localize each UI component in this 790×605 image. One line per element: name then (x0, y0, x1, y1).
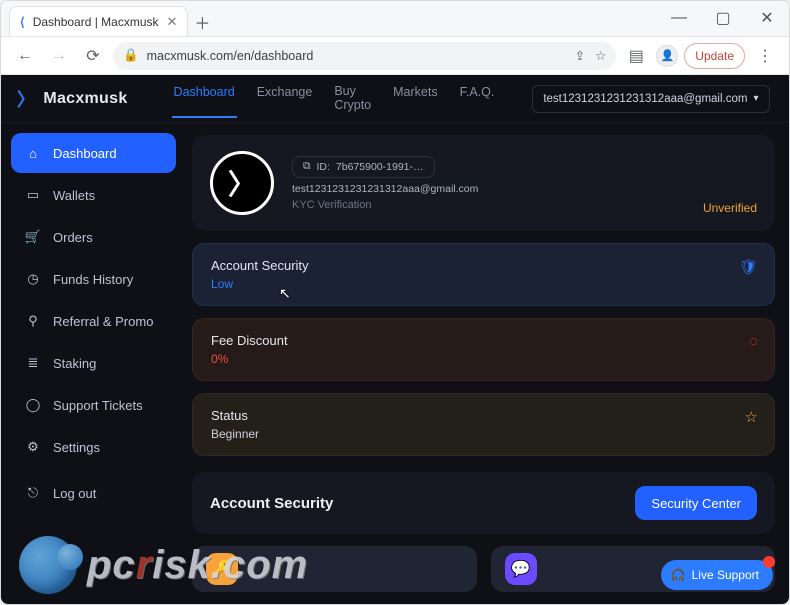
logout-icon: ⎋ (25, 485, 41, 501)
security-center-button[interactable]: Security Center (635, 486, 757, 520)
card-value: 0% (211, 352, 756, 366)
window-maximize[interactable]: ▢ (701, 0, 745, 36)
window-minimize[interactable]: — (657, 0, 701, 36)
kyc-label[interactable]: KYC Verification (292, 199, 478, 211)
close-icon[interactable]: ✕ (167, 14, 178, 30)
app-viewport: 〉 Macxmusk Dashboard Exchange Buy Crypto… (1, 75, 789, 604)
sidebar-item-referral[interactable]: ⚲ Referral & Promo (11, 301, 176, 341)
sidebar-item-label: Staking (53, 356, 96, 371)
chat-icon: 💬 (505, 553, 537, 585)
sidebar-item-logout[interactable]: ⎋ Log out (11, 473, 176, 513)
shield-icon: 🛡 (739, 258, 758, 276)
share-icon[interactable]: ⇪ (575, 48, 585, 63)
card-value: Low (211, 277, 756, 291)
home-icon: ⌂ (25, 145, 41, 161)
browser-window: ⟨ Dashboard | Macxmusk ✕ ＋ — ▢ ✕ ← → ⟳ 🔒… (0, 0, 790, 605)
user-email: test1231231231231312aaa@gmail.com (543, 93, 747, 105)
wallet-icon: ▭ (25, 187, 41, 203)
id-label: ID: (317, 161, 330, 173)
tab-title: Dashboard | Macxmusk (33, 15, 159, 29)
window-close[interactable]: ✕ (745, 0, 789, 36)
new-tab-button[interactable]: ＋ (188, 8, 216, 36)
status-card[interactable]: Status Beginner ☆ (192, 393, 775, 456)
sidebar-item-label: Dashboard (53, 146, 117, 161)
nav-exchange[interactable]: Exchange (255, 79, 315, 119)
window-controls: — ▢ ✕ (657, 0, 789, 36)
lock-icon: 🔑 (206, 553, 238, 585)
extensions-icon[interactable]: ▤ (622, 42, 650, 70)
brand-name: Macxmusk (43, 90, 127, 108)
sidebar-item-label: Orders (53, 230, 93, 245)
browser-tab[interactable]: ⟨ Dashboard | Macxmusk ✕ (9, 6, 188, 36)
sidebar-item-staking[interactable]: ≣ Staking (11, 343, 176, 383)
sidebar-item-label: Support Tickets (53, 398, 143, 413)
url-text: macxmusk.com/en/dashboard (147, 49, 314, 63)
card-title: Account Security (211, 258, 756, 273)
account-security-panel: Account Security Security Center (192, 472, 775, 534)
browser-titlebar: ⟨ Dashboard | Macxmusk ✕ ＋ — ▢ ✕ (1, 1, 789, 37)
discount-icon: ◌ (749, 333, 758, 350)
profile-email: test1231231231231312aaa@gmail.com (292, 183, 478, 195)
security-feature-1[interactable]: 🔑 (192, 546, 477, 592)
forward-button[interactable]: → (45, 42, 73, 70)
browser-toolbar: ← → ⟳ 🔒 macxmusk.com/en/dashboard ⇪ ☆ ▤ … (1, 37, 789, 75)
sidebar-item-label: Funds History (53, 272, 133, 287)
brand[interactable]: 〉 Macxmusk (17, 86, 128, 112)
bookmark-icon[interactable]: ☆ (595, 48, 606, 63)
support-icon: ◯ (25, 397, 41, 413)
id-value: 7b675900-1991-… (336, 161, 424, 173)
stack-icon: ≣ (25, 355, 41, 371)
lock-icon: 🔒 (123, 48, 139, 63)
sidebar-item-orders[interactable]: 🛒 Orders (11, 217, 176, 257)
copy-icon: ⧉ (303, 160, 311, 173)
sidebar-item-dashboard[interactable]: ⌂ Dashboard (11, 133, 176, 173)
nav-links: Dashboard Exchange Buy Crypto Markets F.… (172, 79, 497, 119)
nav-buy-crypto[interactable]: Buy Crypto (332, 79, 373, 119)
nav-faq[interactable]: F.A.Q. (458, 79, 497, 119)
account-security-card[interactable]: Account Security Low 🛡 (192, 243, 775, 306)
nav-markets[interactable]: Markets (391, 79, 439, 119)
live-support-button[interactable]: 🎧 Live Support (661, 560, 773, 590)
menu-icon[interactable]: ⋮ (751, 42, 779, 70)
avatar: 〉 (210, 151, 274, 215)
section-heading: Account Security (210, 495, 333, 512)
main-content: 〉 ⧉ ID: 7b675900-1991-… test123123123123… (186, 123, 789, 604)
card-title: Fee Discount (211, 333, 756, 348)
profile-avatar-icon[interactable]: 👤 (656, 45, 678, 67)
card-title: Status (211, 408, 756, 423)
clock-icon: ◷ (25, 271, 41, 287)
gift-icon: ⚲ (25, 313, 41, 329)
headset-icon: 🎧 (671, 568, 686, 582)
top-nav: 〉 Macxmusk Dashboard Exchange Buy Crypto… (1, 75, 789, 123)
user-menu[interactable]: test1231231231231312aaa@gmail.com ▾ (532, 85, 769, 113)
update-button[interactable]: Update (684, 43, 745, 69)
sidebar-item-label: Log out (53, 486, 96, 501)
nav-dashboard[interactable]: Dashboard (172, 79, 237, 119)
chevron-down-icon: ▾ (753, 93, 758, 104)
profile-card: 〉 ⧉ ID: 7b675900-1991-… test123123123123… (192, 135, 775, 231)
back-button[interactable]: ← (11, 42, 39, 70)
sidebar-item-label: Settings (53, 440, 100, 455)
verification-status: Unverified (703, 201, 757, 215)
sidebar-item-support-tickets[interactable]: ◯ Support Tickets (11, 385, 176, 425)
gear-icon: ⚙ (25, 439, 41, 455)
support-label: Live Support (692, 568, 759, 582)
sidebar: ⌂ Dashboard ▭ Wallets 🛒 Orders ◷ Funds H… (1, 123, 186, 604)
card-value: Beginner (211, 427, 756, 441)
sidebar-item-settings[interactable]: ⚙ Settings (11, 427, 176, 467)
sidebar-item-label: Referral & Promo (53, 314, 153, 329)
cart-icon: 🛒 (25, 229, 41, 245)
favicon: ⟨ (20, 15, 25, 29)
url-bar[interactable]: 🔒 macxmusk.com/en/dashboard ⇪ ☆ (113, 42, 616, 70)
reload-button[interactable]: ⟳ (79, 42, 107, 70)
sidebar-item-wallets[interactable]: ▭ Wallets (11, 175, 176, 215)
fee-discount-card[interactable]: Fee Discount 0% ◌ (192, 318, 775, 381)
star-icon: ☆ (745, 408, 758, 426)
sidebar-item-label: Wallets (53, 188, 95, 203)
sidebar-item-funds-history[interactable]: ◷ Funds History (11, 259, 176, 299)
brand-logo-icon: 〉 (17, 86, 35, 112)
id-chip[interactable]: ⧉ ID: 7b675900-1991-… (292, 156, 435, 178)
